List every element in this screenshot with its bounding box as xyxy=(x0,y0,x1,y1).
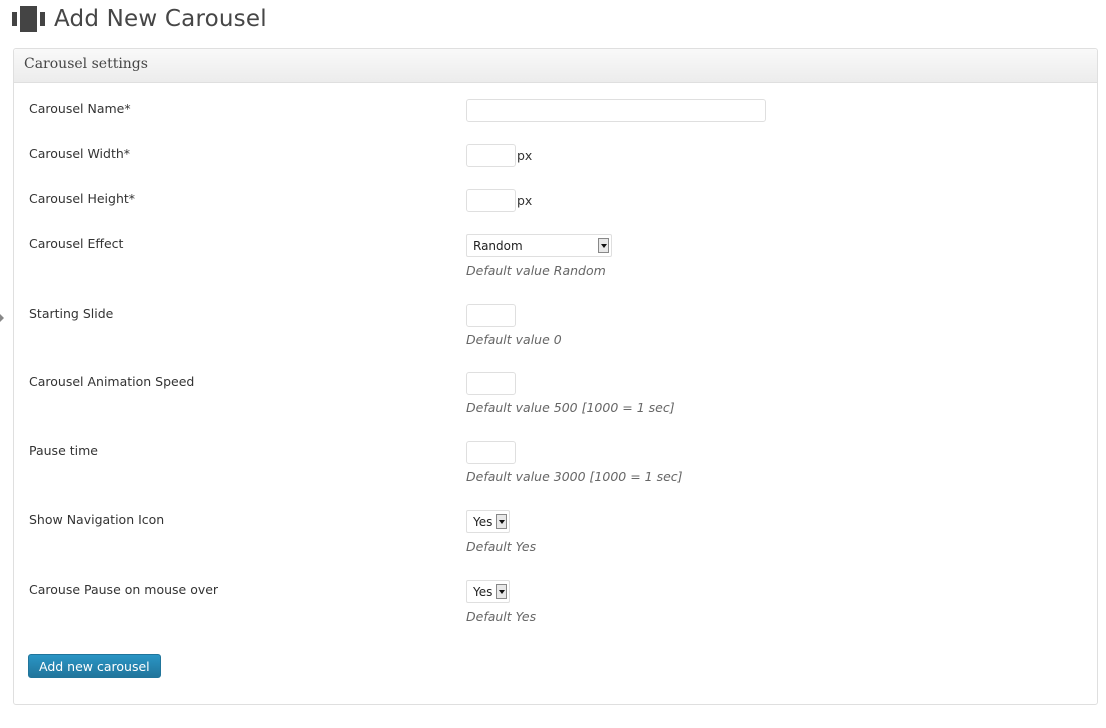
show-nav-select[interactable]: Yes xyxy=(466,510,510,533)
carousel-name-label: Carousel Name* xyxy=(29,101,131,116)
height-unit: px xyxy=(517,193,533,208)
carousel-effect-value: Random xyxy=(473,238,523,253)
starting-slide-label: Starting Slide xyxy=(29,306,114,321)
starting-slide-row xyxy=(466,304,516,327)
pause-hover-select[interactable]: Yes xyxy=(466,580,510,603)
show-nav-label: Show Navigation Icon xyxy=(29,512,165,527)
carousel-width-row: px xyxy=(466,144,532,167)
carousel-name-input[interactable] xyxy=(466,99,766,122)
chevron-down-icon[interactable] xyxy=(598,238,609,253)
carousel-effect-select[interactable]: Random xyxy=(466,234,612,257)
animation-speed-label: Carousel Animation Speed xyxy=(29,374,195,389)
chevron-down-icon[interactable] xyxy=(496,584,507,599)
carousel-name-row xyxy=(466,99,766,122)
pause-hover-label: Carouse Pause on mouse over xyxy=(29,582,219,597)
carousel-height-row: px xyxy=(466,189,532,212)
carousel-height-input[interactable] xyxy=(466,189,516,212)
starting-slide-input[interactable] xyxy=(466,304,516,327)
show-nav-hint: Default Yes xyxy=(466,539,537,554)
carousel-width-input[interactable] xyxy=(466,144,516,167)
carousel-effect-row: Random xyxy=(466,234,612,257)
carousel-settings-box: Carousel settings Carousel Name* Carouse… xyxy=(13,48,1098,705)
pause-time-row xyxy=(466,441,516,464)
add-carousel-button[interactable]: Add new carousel xyxy=(28,654,161,678)
width-unit: px xyxy=(517,148,533,163)
carousel-icon xyxy=(12,6,46,32)
show-nav-row: Yes xyxy=(466,510,510,533)
pause-hover-value: Yes xyxy=(473,584,493,599)
carousel-height-label: Carousel Height* xyxy=(29,191,136,206)
settings-box-title: Carousel settings xyxy=(14,49,1097,83)
pause-time-label: Pause time xyxy=(29,443,98,458)
animation-speed-hint: Default value 500 [1000 = 1 sec] xyxy=(466,400,675,415)
show-nav-value: Yes xyxy=(473,514,493,529)
collapse-arrow-icon[interactable] xyxy=(0,314,4,322)
pause-time-hint: Default value 3000 [1000 = 1 sec] xyxy=(466,469,683,484)
chevron-down-icon[interactable] xyxy=(496,514,507,529)
animation-speed-input[interactable] xyxy=(466,372,516,395)
carousel-effect-hint: Default value Random xyxy=(466,263,606,278)
page-header: Add New Carousel xyxy=(12,4,267,34)
pause-hover-row: Yes xyxy=(466,580,510,603)
page-title: Add New Carousel xyxy=(54,6,267,32)
pause-time-input[interactable] xyxy=(466,441,516,464)
starting-slide-hint: Default value 0 xyxy=(466,332,562,347)
carousel-width-label: Carousel Width* xyxy=(29,146,131,161)
animation-speed-row xyxy=(466,372,516,395)
carousel-effect-label: Carousel Effect xyxy=(29,236,124,251)
pause-hover-hint: Default Yes xyxy=(466,609,537,624)
